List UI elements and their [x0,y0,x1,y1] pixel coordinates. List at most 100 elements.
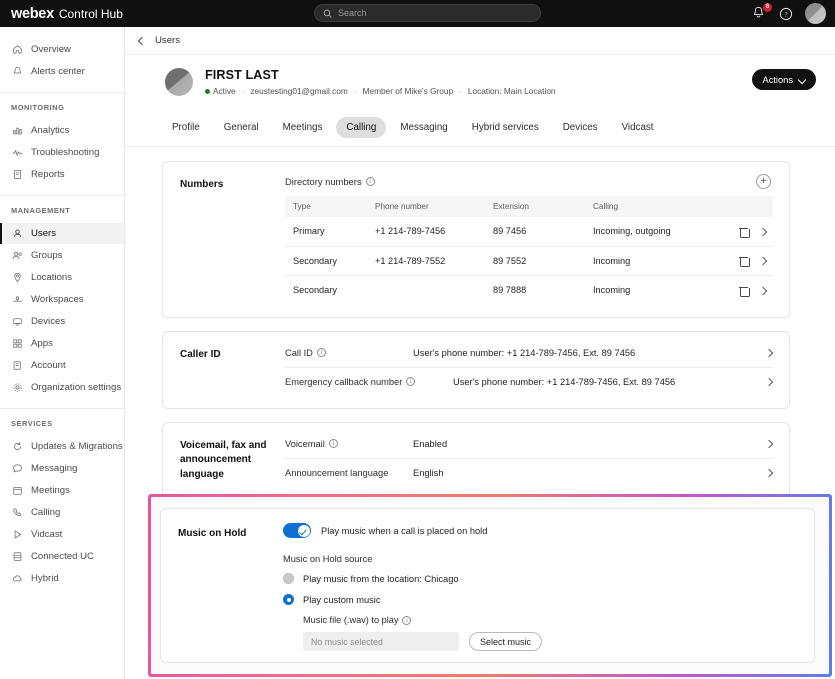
info-icon[interactable]: i [328,439,338,449]
search-input[interactable] [338,8,532,18]
delete-icon[interactable] [739,286,750,297]
sidebar-item-overview[interactable]: Overview [0,39,124,60]
actions-button[interactable]: Actions [751,69,816,90]
delete-icon[interactable] [739,256,750,268]
setting-row-announcement-language[interactable]: Announcement language English [285,457,773,487]
table-row[interactable]: Secondary +1 214-789-7552 89 7552 Incomi… [285,245,773,276]
sidebar-divider [0,408,124,409]
page-title: FIRST LAST [205,68,279,82]
sidebar-item-connected-uc[interactable]: Connected UC [0,546,124,567]
delete-icon[interactable] [739,227,750,238]
sidebar-item-messaging[interactable]: Messaging [0,458,124,479]
table-row[interactable]: Primary +1 214-789-7456 89 7456 Incoming… [285,217,773,246]
apps-icon [11,338,23,350]
toggle-knob-check-icon [297,524,310,537]
column-header-actions [711,196,773,217]
sidebar-item-locations[interactable]: Locations [0,267,124,288]
actions-button-label: Actions [762,74,794,85]
info-icon[interactable]: i [402,615,412,625]
radio-button-unselected[interactable] [283,573,294,584]
cell-phone: +1 214-789-7456 [375,226,446,237]
chevron-right-icon[interactable] [765,349,773,357]
sidebar-item-organization-settings[interactable]: Organization settings [0,377,124,398]
radio-button-selected[interactable] [283,594,294,605]
info-icon[interactable]: i [365,177,375,186]
music-file-label: Music file (.wav) to play i [303,615,798,625]
directory-numbers-header: Directory numbers i + [285,174,773,189]
sidebar-divider [0,195,124,196]
brand-logo[interactable]: webex Control Hub [0,6,123,22]
sidebar-item-reports[interactable]: Reports [0,164,124,185]
back-arrow-icon[interactable] [137,37,145,45]
info-icon[interactable]: i [316,348,326,358]
cell-actions [711,275,773,305]
top-bar-actions: 6 ? [752,0,826,27]
sidebar-item-users[interactable]: Users [0,223,124,244]
tab-meetings[interactable]: Meetings [273,117,333,138]
select-music-button[interactable]: Select music [469,632,543,651]
sidebar-item-account[interactable]: Account [0,355,124,376]
user-location: Location: Main Location [467,86,556,96]
notifications-button[interactable]: 6 [752,3,772,21]
sidebar-item-apps[interactable]: Apps [0,333,124,354]
sidebar-item-label: Troubleshooting [31,147,100,158]
status-dot-icon [205,89,210,94]
sidebar-item-updates-migrations[interactable]: Updates & Migrations [0,436,124,457]
breadcrumb[interactable]: Users [125,27,835,55]
radio-label: Play music from the location: Chicago [303,573,459,584]
tab-general[interactable]: General [214,117,269,138]
sidebar-item-alerts-center[interactable]: Alerts center [0,61,124,82]
setting-row-voicemail[interactable]: Voicemail i Enabled [285,435,773,458]
tab-devices[interactable]: Devices [553,117,608,138]
add-number-button[interactable]: + [756,174,771,189]
setting-row-emergency-callback[interactable]: Emergency callback number i User's phone… [285,366,773,396]
setting-value: English [413,467,444,478]
play-music-toggle-row: Play music when a call is placed on hold [283,523,798,538]
table-row[interactable]: Secondary 89 7888 Incoming [285,275,773,305]
sidebar-item-groups[interactable]: Groups [0,245,124,266]
column-header-phone: Phone number [367,196,485,217]
sidebar-item-vidcast[interactable]: Vidcast [0,524,124,545]
help-icon[interactable]: ? [779,7,793,21]
chevron-right-icon[interactable] [759,257,767,265]
tab-vidcast[interactable]: Vidcast [612,117,664,138]
music-file-input[interactable] [303,632,459,651]
sidebar-item-analytics[interactable]: Analytics [0,120,124,141]
tab-profile[interactable]: Profile [162,117,210,138]
sidebar-group-management: MANAGEMENT [11,206,71,215]
user-group: Member of Mike's Group [362,86,454,96]
global-search[interactable] [314,4,541,22]
sidebar-item-label: Users [31,228,57,239]
search-box[interactable] [314,4,541,22]
cell-type: Secondary [285,245,367,276]
chevron-right-icon[interactable] [765,469,773,477]
sidebar-item-devices[interactable]: Devices [0,311,124,332]
sidebar-item-label: Overview [31,44,71,55]
sidebar-item-calling[interactable]: Calling [0,502,124,523]
sidebar-item-meetings[interactable]: Meetings [0,480,124,501]
sidebar-item-label: Reports [31,169,65,180]
server-icon [11,551,23,563]
tab-messaging[interactable]: Messaging [390,117,457,138]
tab-calling[interactable]: Calling [336,117,387,138]
music-on-hold-card-body: Play music when a call is placed on hold… [283,523,814,662]
numbers-card-label: Numbers [180,179,224,190]
refresh-icon [11,441,23,453]
sidebar-item-label: Locations [31,272,73,283]
tab-hybrid-services[interactable]: Hybrid services [462,117,549,138]
sidebar-item-workspaces[interactable]: Workspaces [0,289,124,310]
sidebar-item-hybrid[interactable]: Hybrid [0,568,124,589]
chevron-right-icon[interactable] [765,378,773,386]
setting-row-call-id[interactable]: Call ID i User's phone number: +1 214-78… [285,344,773,367]
play-music-toggle[interactable] [283,523,311,538]
info-icon[interactable]: i [406,377,416,387]
radio-option-custom-music[interactable]: Play custom music [283,594,798,605]
user-avatar-topbar[interactable] [805,3,826,24]
avatar [165,68,193,96]
chevron-right-icon[interactable] [759,287,767,295]
setting-value: User's phone number: +1 214-789-7456, Ex… [413,347,636,358]
chevron-right-icon[interactable] [765,440,773,448]
chevron-right-icon[interactable] [759,228,767,236]
radio-option-location[interactable]: Play music from the location: Chicago [283,573,798,584]
sidebar-item-troubleshooting[interactable]: Troubleshooting [0,142,124,163]
